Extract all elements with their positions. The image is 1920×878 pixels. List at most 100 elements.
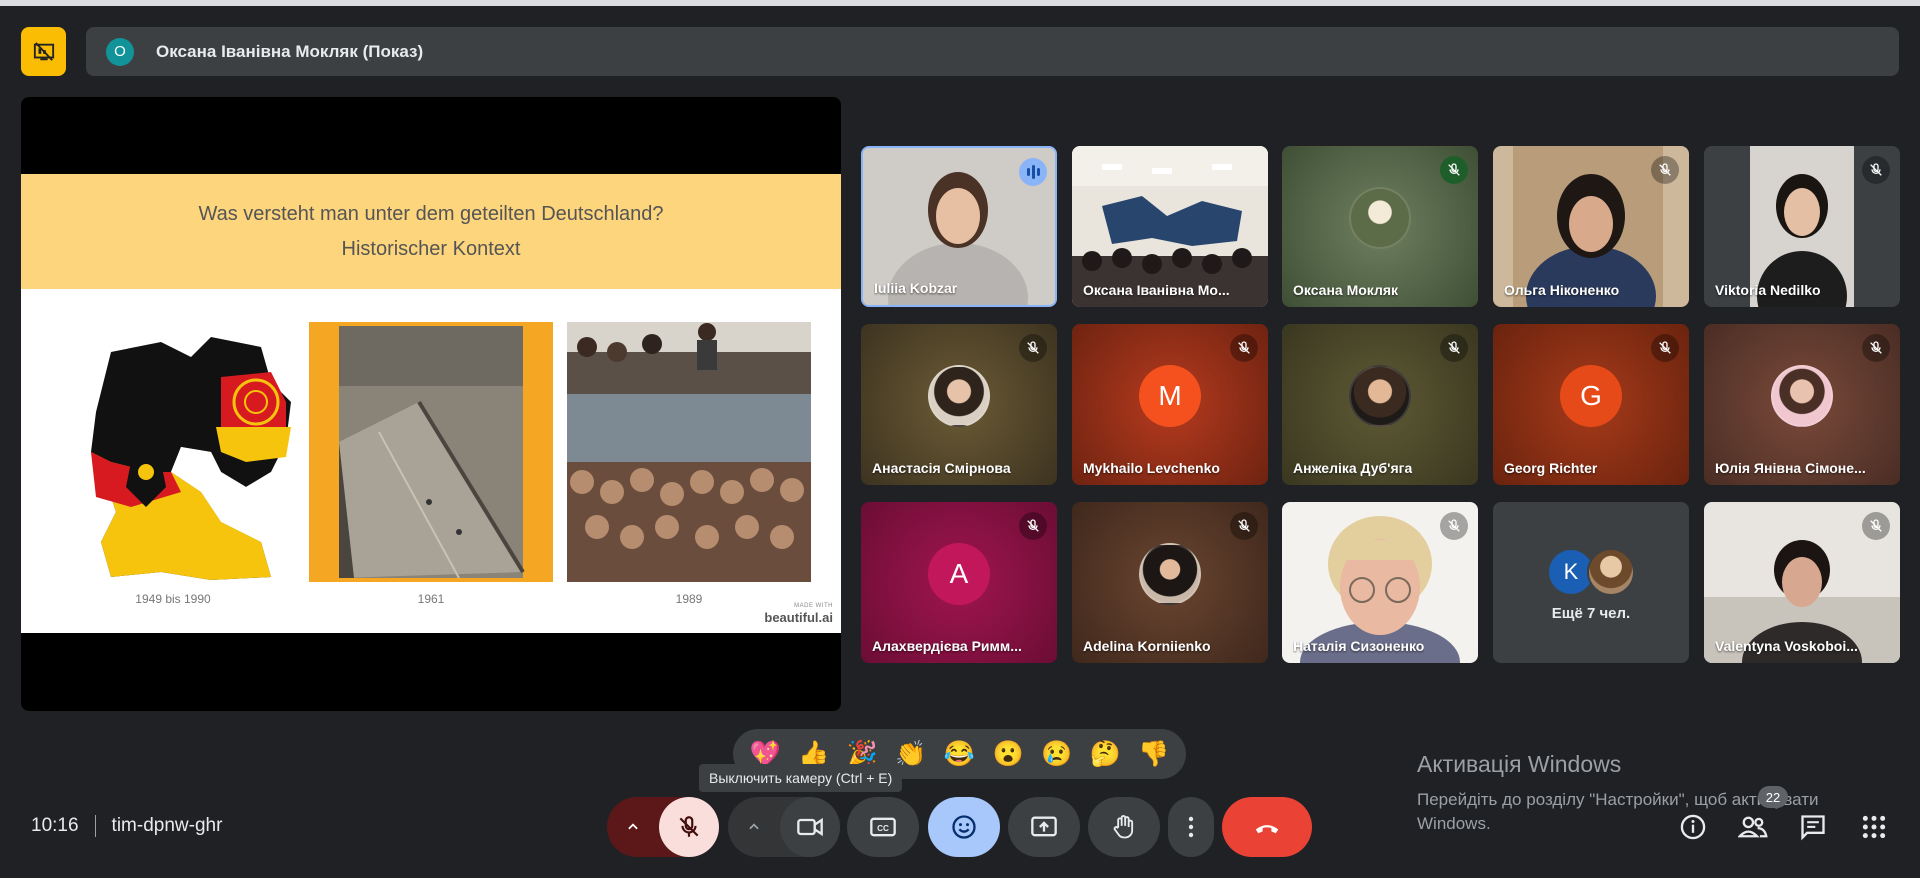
participant-tile[interactable]: Наталія Сизоненко xyxy=(1282,502,1478,663)
made-with-label: MADE WITH xyxy=(794,603,833,609)
people-button[interactable] xyxy=(1736,810,1770,844)
chat-button[interactable] xyxy=(1796,810,1830,844)
mic-options-button[interactable] xyxy=(607,797,659,857)
reaction-thinking[interactable]: 🤔 xyxy=(1090,741,1121,767)
mic-off-icon xyxy=(1440,334,1468,362)
meeting-info: 10:16 tim-dpnw-ghr xyxy=(31,815,222,837)
mic-off-icon xyxy=(1440,156,1468,184)
reactions-button[interactable] xyxy=(928,797,1000,857)
participant-avatar xyxy=(1349,186,1411,249)
participant-tile[interactable]: Юлія Янівна Сімоне... xyxy=(1704,324,1900,485)
more-options-button[interactable] xyxy=(1168,797,1214,857)
mic-off-icon xyxy=(1862,512,1890,540)
mic-off-icon xyxy=(1862,334,1890,362)
presenter-avatar: О xyxy=(106,37,134,66)
participant-avatar xyxy=(1139,542,1201,605)
participant-avatar: А xyxy=(928,542,990,605)
mic-off-icon xyxy=(1651,334,1679,362)
captions-button[interactable]: CC xyxy=(847,797,919,857)
present-off-icon xyxy=(33,41,54,61)
mic-off-icon xyxy=(1230,512,1258,540)
raise-hand-button[interactable] xyxy=(1088,797,1160,857)
mic-toggle-button[interactable] xyxy=(659,797,719,857)
participant-tile[interactable]: Viktoria Nedilko xyxy=(1704,146,1900,307)
mic-off-icon xyxy=(1862,156,1890,184)
browser-top-edge xyxy=(0,0,1920,6)
participant-avatar: M xyxy=(1139,364,1201,427)
berlin-wall-1989-image xyxy=(567,322,811,582)
people-count-badge: 22 xyxy=(1758,786,1788,808)
participant-tile[interactable]: Анастасія Смірнова xyxy=(861,324,1057,485)
participant-avatar xyxy=(1771,364,1833,427)
watermark-line-2: Windows. xyxy=(1417,814,1491,833)
participant-name: Юлія Янівна Сімоне... xyxy=(1715,460,1866,476)
presentation-stage[interactable]: Was versteht man unter dem geteilten Deu… xyxy=(21,97,841,711)
participant-tile[interactable]: Valentyna Voskoboi... xyxy=(1704,502,1900,663)
participant-name: Adelina Korniienko xyxy=(1083,638,1211,654)
participant-tile[interactable]: Adelina Korniienko xyxy=(1072,502,1268,663)
svg-text:CC: CC xyxy=(877,824,889,833)
camera-toggle-button[interactable] xyxy=(780,797,840,857)
participant-tile[interactable]: Оксана Іванівна Мо... xyxy=(1072,146,1268,307)
leave-call-button[interactable] xyxy=(1222,797,1312,857)
divider xyxy=(94,815,96,837)
participant-tile[interactable]: G Georg Richter xyxy=(1493,324,1689,485)
present-screen-button[interactable] xyxy=(1008,797,1080,857)
participant-name: Valentyna Voskoboi... xyxy=(1715,638,1858,654)
mic-control xyxy=(607,797,719,857)
participant-name: Алахвердієва Римм... xyxy=(872,638,1022,654)
reaction-laugh[interactable]: 😂 xyxy=(944,741,975,767)
reaction-heart[interactable]: 💖 xyxy=(750,741,781,767)
participant-tile[interactable]: Оксана Мокляк xyxy=(1282,146,1478,307)
info-icon xyxy=(1680,814,1706,840)
reaction-sad[interactable]: 😢 xyxy=(1041,741,1072,767)
people-icon xyxy=(1738,816,1768,838)
caption-1949: 1949 bis 1990 xyxy=(135,592,211,606)
apps-grid-icon xyxy=(1862,815,1886,839)
slide-title: Was versteht man unter dem geteilten Deu… xyxy=(198,202,664,225)
meeting-time: 10:16 xyxy=(31,815,79,836)
smiley-icon xyxy=(952,815,976,839)
participant-name: Оксана Мокляк xyxy=(1293,282,1399,298)
mic-off-icon xyxy=(1230,334,1258,362)
participant-avatar: G xyxy=(1560,364,1622,427)
participant-name: Mykhailo Levchenko xyxy=(1083,460,1220,476)
phone-hangup-icon xyxy=(1255,825,1279,834)
mic-off-icon xyxy=(1019,334,1047,362)
mic-off-icon xyxy=(1440,512,1468,540)
camera-options-button[interactable] xyxy=(728,797,780,857)
presenter-bar: О Оксана Іванівна Мокляк (Показ) xyxy=(86,27,1899,76)
reaction-surprised[interactable]: 😮 xyxy=(992,741,1023,767)
video-camera-icon xyxy=(797,817,823,837)
participant-tile[interactable]: Iuliia Kobzar xyxy=(861,146,1057,307)
more-vert-icon xyxy=(1188,816,1194,838)
participant-tile[interactable]: А Алахвердієва Римм... xyxy=(861,502,1057,663)
mic-off-icon xyxy=(1651,156,1679,184)
berlin-wall-1961-image xyxy=(309,322,553,582)
more-participants-tile[interactable]: K Ещё 7 чел. xyxy=(1493,502,1689,663)
reaction-thumbs-up[interactable]: 👍 xyxy=(798,741,829,767)
activities-button[interactable] xyxy=(1857,810,1891,844)
closed-captions-icon: CC xyxy=(870,817,896,837)
slide: Was versteht man unter dem geteilten Deu… xyxy=(21,174,841,633)
meeting-code: tim-dpnw-ghr xyxy=(111,815,223,836)
participant-tile[interactable]: Ольга Ніконенко xyxy=(1493,146,1689,307)
participant-tile[interactable]: Анжеліка Дуб'яга xyxy=(1282,324,1478,485)
speaking-indicator-icon xyxy=(1019,158,1047,186)
reaction-thumbs-down[interactable]: 👎 xyxy=(1138,741,1169,767)
reaction-party[interactable]: 🎉 xyxy=(847,741,878,767)
reaction-clap[interactable]: 👏 xyxy=(895,741,926,767)
germany-map-image xyxy=(91,337,311,580)
mic-off-icon xyxy=(1019,512,1047,540)
participant-tile[interactable]: M Mykhailo Levchenko xyxy=(1072,324,1268,485)
slide-header: Was versteht man unter dem geteilten Deu… xyxy=(21,174,841,289)
meeting-details-button[interactable] xyxy=(1676,810,1710,844)
watermark-title: Активація Windows xyxy=(1417,751,1622,777)
beautiful-ai-logo: MADE WITH beautiful.ai xyxy=(764,603,833,627)
stop-presenting-button[interactable] xyxy=(21,27,66,76)
chevron-up-icon xyxy=(628,823,638,830)
participant-name: Оксана Іванівна Мо... xyxy=(1083,282,1230,298)
participant-avatar xyxy=(1587,548,1635,596)
participant-avatar xyxy=(928,364,990,427)
present-screen-icon xyxy=(1031,816,1057,837)
